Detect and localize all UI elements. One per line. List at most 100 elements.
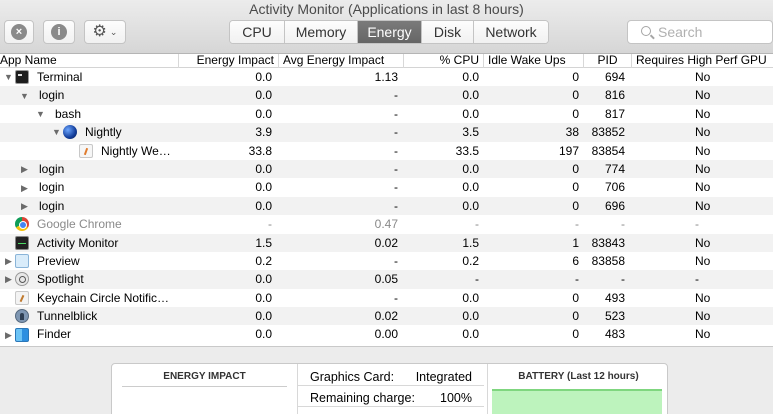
column-header-idle-wake-ups[interactable]: Idle Wake Ups bbox=[483, 54, 583, 68]
search-field[interactable] bbox=[627, 20, 773, 44]
table-row[interactable]: ▶ Spotlight 0.0 0.05 - - - - bbox=[0, 270, 773, 289]
app-name-label: Spotlight bbox=[37, 272, 84, 287]
spotlight-icon bbox=[15, 272, 29, 287]
summary-area: ENERGY IMPACT Graphics Card: Integrated … bbox=[0, 346, 773, 414]
cell-avg-energy-impact: - bbox=[394, 161, 398, 176]
cell-pid: 83843 bbox=[591, 235, 625, 250]
disclosure-open-icon[interactable]: ▼ bbox=[2, 68, 15, 86]
cell-pid: 696 bbox=[604, 198, 625, 213]
cell-energy-impact: 0.0 bbox=[255, 327, 272, 342]
app-name-label: Tunnelblick bbox=[37, 309, 98, 324]
remaining-charge-label: Remaining charge: bbox=[310, 391, 415, 405]
table-row[interactable]: ▶ login 0.0 - 0.0 0 696 No bbox=[0, 196, 773, 216]
table-row[interactable]: ▼ login 0.0 - 0.0 0 816 No bbox=[0, 86, 773, 105]
cell-avg-energy-impact: - bbox=[394, 106, 398, 121]
table-row[interactable]: ▶ Preview 0.2 - 0.2 6 83858 No bbox=[0, 252, 773, 270]
cell-avg-energy-impact: - bbox=[394, 198, 398, 213]
cell-energy-impact: 0.0 bbox=[255, 198, 272, 213]
action-menu-button[interactable]: ⚙ ⌄ bbox=[84, 20, 126, 44]
cell-idle-wake-ups: 0 bbox=[572, 309, 579, 324]
disclosure-closed-icon[interactable]: ▶ bbox=[18, 197, 31, 215]
disclosure-closed-icon[interactable]: ▶ bbox=[2, 326, 15, 344]
tab-cpu[interactable]: CPU bbox=[230, 21, 285, 43]
disclosure-closed-icon[interactable]: ▶ bbox=[2, 270, 15, 288]
table-row[interactable]: ▼ bash 0.0 - 0.0 0 817 No bbox=[0, 105, 773, 123]
column-header-requires-high-perf-gpu[interactable]: Requires High Perf GPU bbox=[631, 54, 773, 68]
column-header-pid[interactable]: PID bbox=[583, 54, 631, 68]
column-header-avg-energy-impact[interactable]: Avg Energy Impact bbox=[278, 54, 403, 68]
disclosure-closed-icon[interactable]: ▶ bbox=[18, 179, 31, 197]
inspect-process-button[interactable]: i bbox=[43, 20, 75, 44]
disclosure-closed-icon[interactable]: ▶ bbox=[2, 252, 15, 270]
search-input[interactable] bbox=[658, 24, 758, 40]
search-icon bbox=[641, 26, 651, 36]
cell-cpu: - bbox=[475, 217, 479, 232]
cell-cpu: 0.0 bbox=[462, 327, 479, 342]
table-row[interactable]: Keychain Circle Notific… 0.0 - 0.0 0 493 No bbox=[0, 289, 773, 307]
finder-icon bbox=[15, 327, 29, 342]
cell-cpu: 3.5 bbox=[462, 125, 479, 140]
column-header-app-name[interactable]: App Name bbox=[0, 54, 178, 68]
cell-energy-impact: 0.0 bbox=[255, 88, 272, 103]
cell-app-name: ▼ login bbox=[18, 86, 178, 104]
table-row[interactable]: ▼ Terminal 0.0 1.13 0.0 0 694 No bbox=[0, 68, 773, 86]
tab-disk[interactable]: Disk bbox=[422, 21, 474, 43]
cell-idle-wake-ups: 0 bbox=[572, 290, 579, 305]
cell-cpu: 0.0 bbox=[462, 198, 479, 213]
cell-app-name: Tunnelblick bbox=[2, 307, 178, 325]
cell-energy-impact: 0.0 bbox=[255, 290, 272, 305]
cell-app-name: ▶ login bbox=[18, 197, 178, 215]
disclosure-open-icon[interactable]: ▼ bbox=[50, 123, 63, 141]
app-name-label: Google Chrome bbox=[37, 217, 122, 232]
cell-avg-energy-impact: 1.13 bbox=[374, 70, 398, 84]
tab-network[interactable]: Network bbox=[474, 21, 548, 43]
table-row[interactable]: ▶ login 0.0 - 0.0 0 774 No bbox=[0, 159, 773, 179]
cell-idle-wake-ups: 0 bbox=[572, 106, 579, 121]
cell-energy-impact: 0.0 bbox=[255, 272, 272, 287]
cell-app-name: ▼ Nightly bbox=[50, 123, 178, 141]
tab-memory[interactable]: Memory bbox=[285, 21, 358, 43]
cell-app-name: ▶ login bbox=[18, 178, 178, 196]
cell-cpu: 0.0 bbox=[462, 180, 479, 195]
cell-avg-energy-impact: 0.00 bbox=[374, 327, 398, 342]
column-header-cpu[interactable]: % CPU bbox=[403, 54, 483, 68]
process-table: ▼ Terminal 0.0 1.13 0.0 0 694 No ▼ login 0.0-0.0 0 8… bbox=[0, 68, 773, 346]
app-name-label: Nightly bbox=[85, 125, 122, 140]
table-row[interactable]: Google Chrome - 0.47 - - - - bbox=[0, 215, 773, 233]
cell-app-name: ▶ login bbox=[18, 160, 178, 178]
table-row[interactable]: Tunnelblick 0.0 0.02 0.0 0 523 No bbox=[0, 307, 773, 326]
cell-pid: 816 bbox=[604, 88, 625, 103]
disclosure-open-icon[interactable]: ▼ bbox=[18, 87, 31, 105]
cell-cpu: 1.5 bbox=[462, 235, 479, 250]
remaining-charge-value: 100% bbox=[440, 391, 472, 405]
tab-energy[interactable]: Energy bbox=[358, 21, 422, 43]
table-row[interactable]: ▶ Finder 0.0 0.00 0.0 0 483 No bbox=[0, 325, 773, 343]
remaining-charge-row: Remaining charge: 100% bbox=[298, 389, 484, 407]
cell-app-name: ▼ bash bbox=[34, 105, 178, 123]
cell-cpu: 0.0 bbox=[462, 106, 479, 121]
cell-cpu: 0.0 bbox=[462, 70, 479, 84]
cell-pid: 706 bbox=[604, 180, 625, 195]
cell-avg-energy-impact: 0.47 bbox=[374, 217, 398, 232]
quit-process-button[interactable]: × bbox=[4, 20, 34, 44]
cell-pid: - bbox=[621, 272, 625, 287]
cell-idle-wake-ups: 6 bbox=[572, 253, 579, 268]
toolbar: Activity Monitor (Applications in last 8… bbox=[0, 0, 773, 54]
disclosure-open-icon[interactable]: ▼ bbox=[34, 105, 47, 123]
table-row[interactable]: ▼ Nightly 3.9 - 3.5 38 83852 No bbox=[0, 123, 773, 142]
cell-idle-wake-ups: 1 bbox=[572, 235, 579, 250]
cell-energy-impact: 33.8 bbox=[248, 143, 272, 158]
cell-cpu: 0.0 bbox=[462, 290, 479, 305]
app-name-label: Activity Monitor bbox=[37, 235, 119, 250]
cell-requires-high-perf-gpu: No bbox=[695, 88, 711, 103]
table-header: App Name Energy Impact Avg Energy Impact… bbox=[0, 54, 773, 68]
cell-pid: 694 bbox=[604, 70, 625, 84]
column-header-energy-impact[interactable]: Energy Impact bbox=[178, 54, 278, 68]
app-name-label: bash bbox=[55, 106, 82, 121]
table-row[interactable]: Nightly We… 33.8 - 33.5 197 83854 No bbox=[0, 142, 773, 160]
cell-avg-energy-impact: - bbox=[394, 143, 398, 158]
table-row[interactable]: ▶ login 0.0 - 0.0 0 706 No bbox=[0, 178, 773, 196]
cell-pid: 493 bbox=[604, 290, 625, 305]
table-row[interactable]: Activity Monitor 1.5 0.02 1.5 1 83843 No bbox=[0, 233, 773, 252]
disclosure-closed-icon[interactable]: ▶ bbox=[18, 160, 31, 178]
